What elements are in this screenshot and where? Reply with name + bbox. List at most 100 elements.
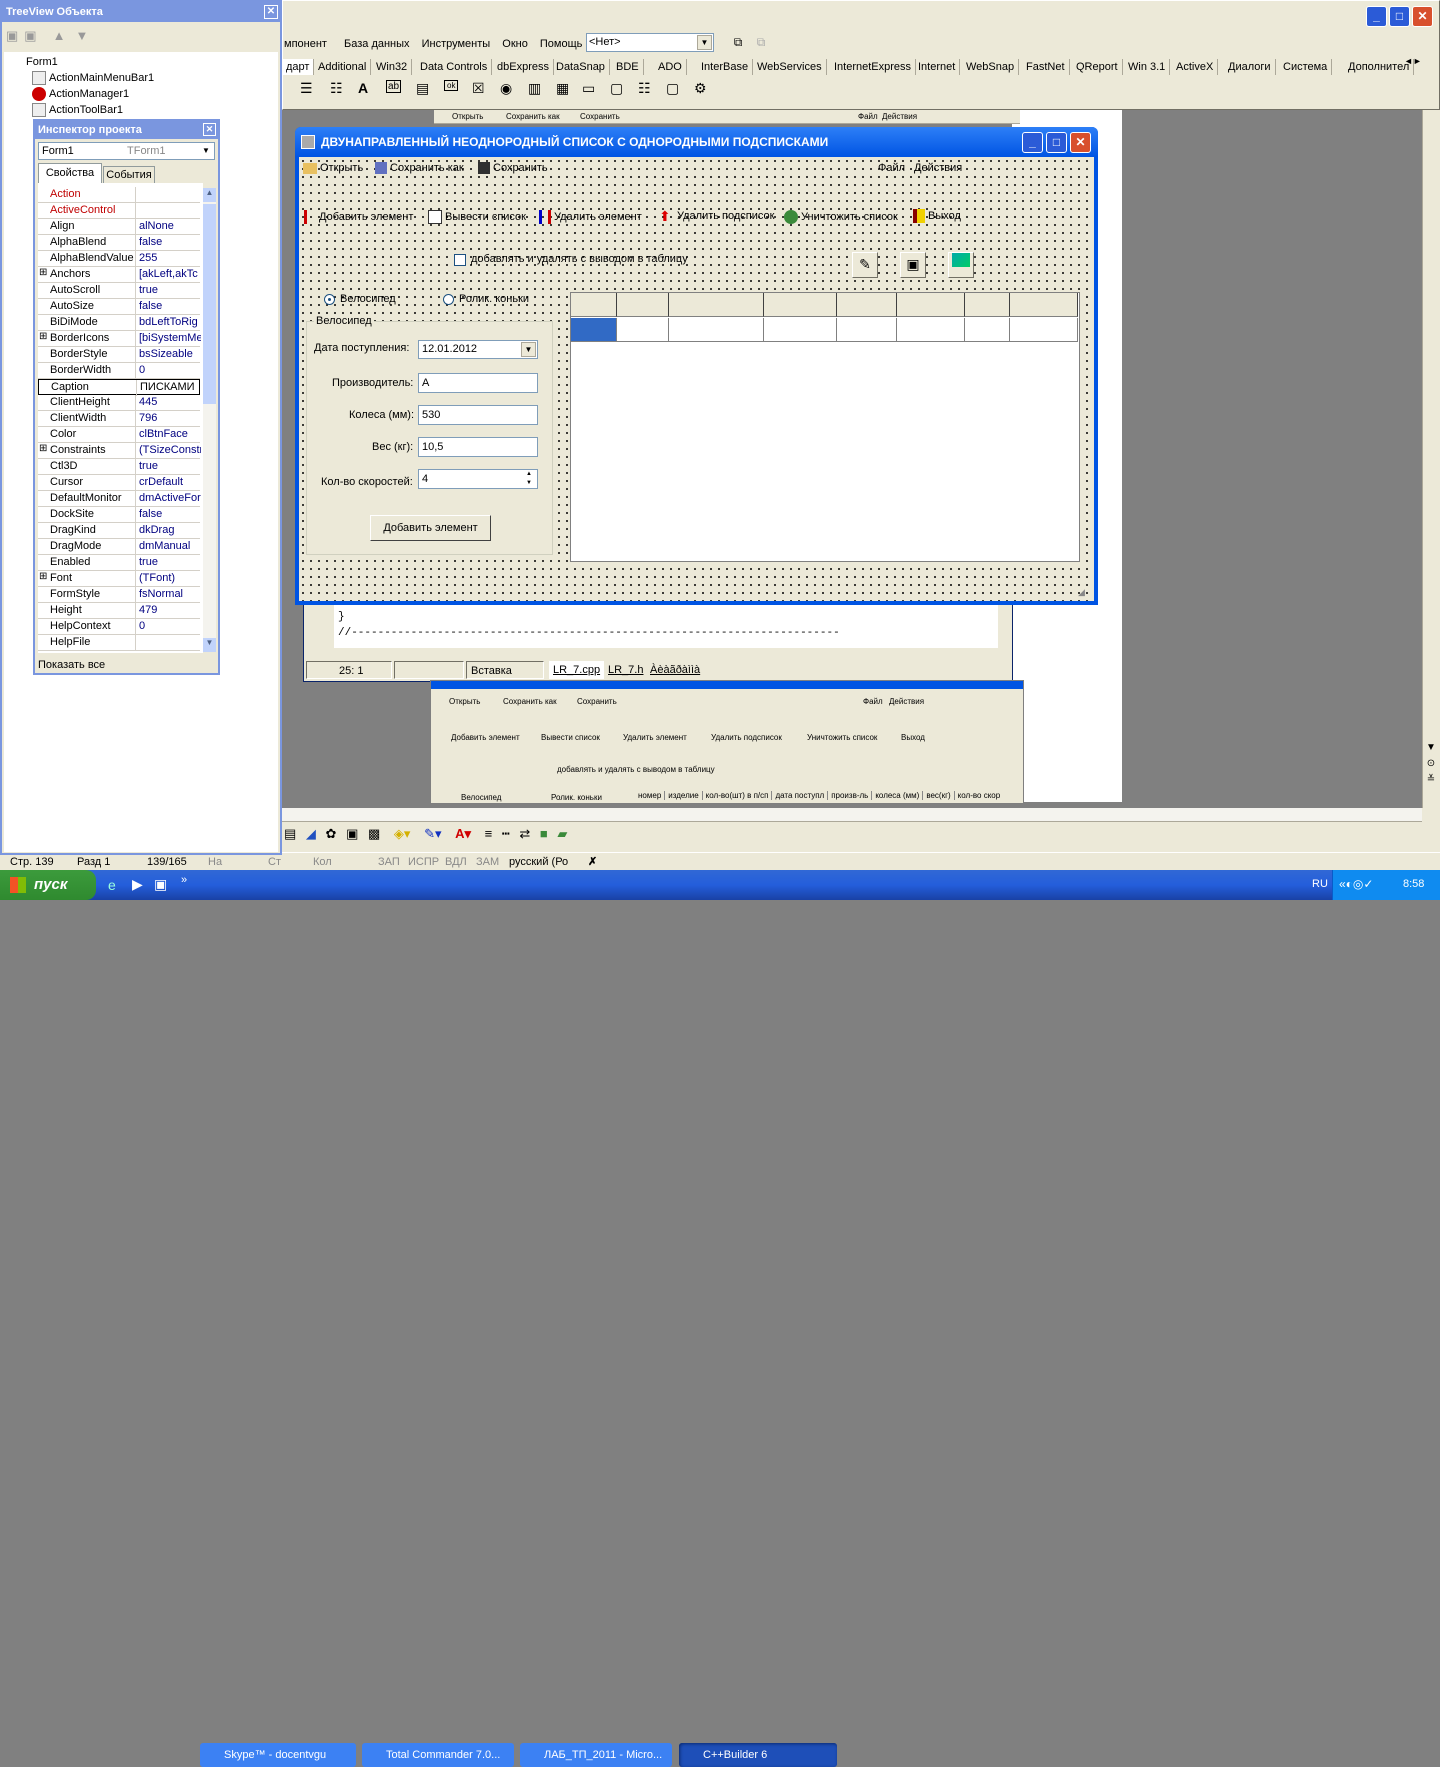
- property-row[interactable]: Enabled true: [38, 555, 200, 571]
- tree-item[interactable]: ActionToolBar1: [32, 102, 123, 118]
- property-row[interactable]: Caption ПИСКАМИ: [38, 379, 202, 396]
- arrow-style-icon[interactable]: ⇄: [519, 826, 530, 841]
- property-value[interactable]: 796: [139, 411, 201, 427]
- close-icon[interactable]: ✕: [264, 5, 278, 19]
- close-button[interactable]: ✕: [1070, 132, 1091, 153]
- start-button[interactable]: пуск: [0, 870, 96, 900]
- wheels-input[interactable]: 530: [418, 405, 538, 425]
- menu-actions[interactable]: Действия: [914, 162, 962, 174]
- palette-tab[interactable]: BDE: [612, 59, 644, 75]
- add-element-button[interactable]: Добавить элемент: [370, 515, 491, 541]
- grid-cell[interactable]: [617, 318, 669, 342]
- property-value[interactable]: [139, 635, 201, 651]
- minimize-button[interactable]: _: [1022, 132, 1043, 153]
- property-value[interactable]: true: [139, 459, 201, 475]
- property-row[interactable]: ClientWidth 796: [38, 411, 200, 427]
- grid-header-cell[interactable]: [965, 293, 1010, 317]
- textbox-icon[interactable]: ▤: [284, 826, 296, 841]
- object-selector[interactable]: Form1 TForm1 ▼: [38, 142, 215, 160]
- back-menu-item[interactable]: Открыть: [452, 110, 483, 124]
- action-add-element[interactable]: Добавить элемент: [304, 210, 413, 224]
- property-row[interactable]: Cursor crDefault: [38, 475, 200, 491]
- palette-tab[interactable]: Additional: [314, 59, 372, 75]
- property-row[interactable]: BorderWidth 0: [38, 363, 200, 379]
- property-value[interactable]: 255: [139, 251, 201, 267]
- property-row[interactable]: Action: [38, 187, 200, 203]
- scroll-up-arrow[interactable]: ▲: [203, 188, 216, 202]
- palette-scroll-arrows[interactable]: ◄►: [1404, 56, 1422, 66]
- property-value[interactable]: clBtnFace: [139, 427, 201, 443]
- palette-tab[interactable]: QReport: [1072, 59, 1123, 75]
- property-row[interactable]: ⊞ BorderIcons [biSystemMe: [38, 331, 201, 347]
- 3d-icon[interactable]: ▰: [557, 826, 567, 841]
- show-all-label[interactable]: Показать все: [38, 659, 105, 671]
- property-row[interactable]: HelpContext 0: [38, 619, 200, 635]
- grid-cell[interactable]: [669, 318, 764, 342]
- chevron-right-icon[interactable]: »: [181, 874, 187, 886]
- property-row[interactable]: ClientHeight 445: [38, 395, 200, 411]
- line-style-icon[interactable]: ≡: [485, 826, 493, 841]
- palette-tab[interactable]: Data Controls: [416, 59, 493, 75]
- property-value[interactable]: true: [139, 555, 201, 571]
- palette-tab[interactable]: dbExpress: [493, 59, 554, 75]
- add-icon[interactable]: ▣: [6, 28, 18, 43]
- grid-header-cell[interactable]: [897, 293, 965, 317]
- radiogroup-icon[interactable]: ☷: [638, 80, 651, 97]
- font-color-icon[interactable]: A▾: [455, 826, 471, 841]
- property-vscroll[interactable]: ▲ ▼: [203, 188, 216, 652]
- property-value[interactable]: dmActiveFor: [139, 491, 201, 507]
- status-ext[interactable]: ВДЛ: [445, 853, 467, 871]
- word-vscroll-arrows[interactable]: ▼ ⊙ ≚: [1422, 740, 1440, 800]
- property-row[interactable]: Align alNone: [38, 219, 200, 235]
- palette-tab-standard[interactable]: дарт: [282, 59, 315, 75]
- tab-properties[interactable]: Свойства: [38, 163, 102, 183]
- media-player-icon[interactable]: ▶: [132, 876, 143, 893]
- palette-tab[interactable]: InternetExpress: [830, 59, 917, 75]
- maximize-button[interactable]: □: [1046, 132, 1067, 153]
- grid-cell[interactable]: [1010, 318, 1078, 342]
- property-value[interactable]: 479: [139, 603, 201, 619]
- size-grip-icon[interactable]: ◢: [1078, 587, 1090, 599]
- status-trk[interactable]: ИСПР: [408, 853, 439, 871]
- code-hscroll[interactable]: [334, 647, 998, 661]
- property-value[interactable]: ПИСКАМИ: [140, 380, 202, 396]
- property-value[interactable]: [biSystemMe: [139, 331, 201, 347]
- action-exit[interactable]: Выход: [913, 209, 961, 223]
- property-row[interactable]: BiDiMode bdLeftToRig: [38, 315, 200, 331]
- delete-icon[interactable]: ▣: [24, 28, 36, 43]
- arrow-down-icon[interactable]: ▼: [75, 28, 88, 43]
- property-row[interactable]: DragKind dkDrag: [38, 523, 200, 539]
- property-row[interactable]: AutoScroll true: [38, 283, 200, 299]
- menu-save[interactable]: Сохранить: [478, 162, 548, 175]
- grid-cell[interactable]: [571, 318, 617, 342]
- task-skype[interactable]: Skype™ - docentvgu: [200, 1743, 356, 1767]
- property-value[interactable]: true: [139, 283, 201, 299]
- label-icon[interactable]: A: [358, 80, 368, 96]
- property-row[interactable]: AutoSize false: [38, 299, 200, 315]
- checkbox-box[interactable]: [454, 254, 466, 266]
- settings-bitmap-button[interactable]: ✎: [852, 252, 878, 278]
- property-row[interactable]: DockSite false: [38, 507, 200, 523]
- fill-color-icon[interactable]: ◈▾: [394, 826, 411, 841]
- dash-style-icon[interactable]: ┅: [502, 826, 510, 841]
- status-ovr[interactable]: ЗАМ: [476, 853, 499, 871]
- property-value[interactable]: fsNormal: [139, 587, 201, 603]
- clipart-icon[interactable]: ▣: [346, 826, 358, 841]
- radio-circle[interactable]: [443, 294, 454, 305]
- status-rec[interactable]: ЗАП: [378, 853, 400, 871]
- spellcheck-icon[interactable]: ✗: [588, 853, 597, 871]
- radio-bicycle[interactable]: Велосипед: [324, 293, 396, 305]
- property-row[interactable]: FormStyle fsNormal: [38, 587, 200, 603]
- edit-icon[interactable]: ab: [386, 80, 402, 93]
- tab-events[interactable]: События: [103, 166, 155, 183]
- palette-tab[interactable]: WebSnap: [962, 59, 1020, 75]
- grid-header-cell[interactable]: [617, 293, 669, 317]
- action-delete-sublist[interactable]: ⬆ Удалить подсписок: [659, 209, 774, 223]
- weight-input[interactable]: 10,5: [418, 437, 538, 457]
- date-picker[interactable]: 12.01.2012 ▼: [418, 340, 538, 359]
- combobox-icon[interactable]: ▦: [556, 80, 569, 97]
- property-value[interactable]: [akLeft,akTc: [139, 267, 201, 283]
- radio-icon[interactable]: ◉: [500, 80, 512, 97]
- property-value[interactable]: 445: [139, 395, 201, 411]
- grid-header-cell[interactable]: [1010, 293, 1078, 317]
